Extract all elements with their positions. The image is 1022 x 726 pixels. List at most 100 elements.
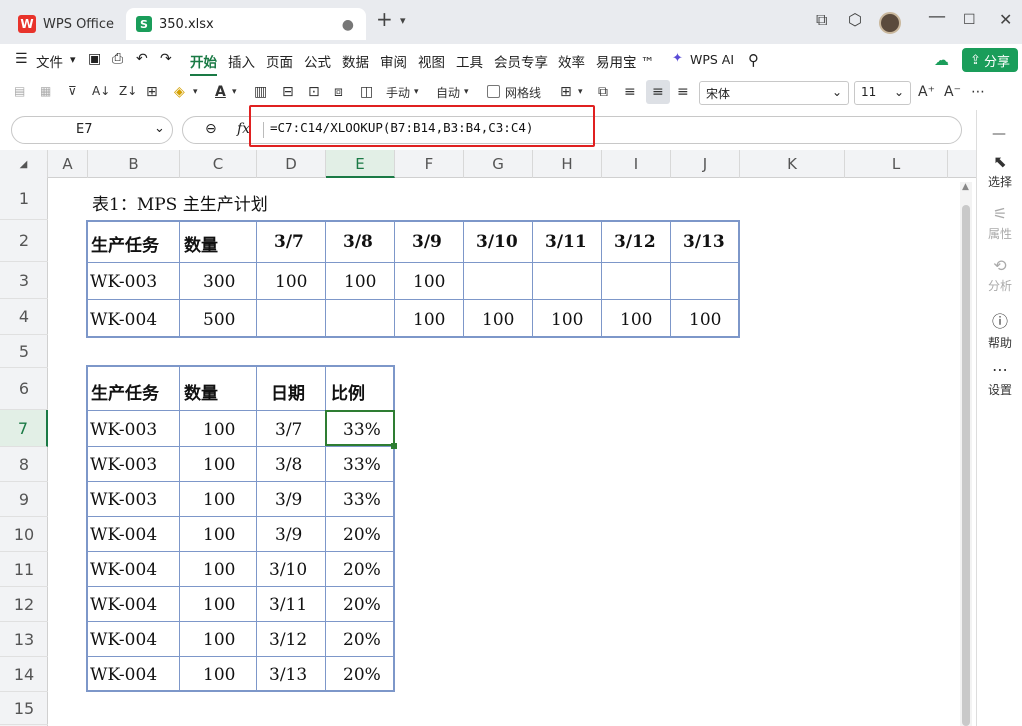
collapse-panel-icon[interactable]: — <box>992 126 1006 142</box>
t1-r1-qty[interactable]: 300 <box>203 272 235 292</box>
sort-desc-icon[interactable]: Z↓ <box>119 84 137 98</box>
t2-r6-qty[interactable]: 100 <box>203 595 235 615</box>
tab-file[interactable]: S 350.xlsx ● <box>126 8 366 40</box>
t2-r1-task[interactable]: WK-003 <box>90 420 157 440</box>
font-color-icon[interactable]: A <box>215 84 226 100</box>
sort-asc-icon[interactable]: A↓ <box>92 84 110 98</box>
t1-header-d38[interactable]: 3/8 <box>343 232 373 252</box>
scroll-up-icon[interactable]: ▲ <box>962 182 969 192</box>
manual-dropdown-icon[interactable]: ▾ <box>414 87 419 97</box>
new-tab-icon[interactable]: + <box>376 7 393 31</box>
panel-properties[interactable]: ⚟ 属性 <box>977 204 1022 242</box>
font-family-select[interactable]: 宋体 ⌄ <box>699 81 849 105</box>
t2-r3-date[interactable]: 3/9 <box>275 490 302 510</box>
print-icon[interactable]: ⎙ <box>112 51 123 67</box>
tab-wps-office[interactable]: W WPS Office <box>8 8 120 40</box>
row-header-8[interactable]: 8 <box>0 447 48 482</box>
panel-select[interactable]: ⬉ 选择 <box>977 152 1022 190</box>
font-color-dropdown-icon[interactable]: ▾ <box>232 87 237 97</box>
cube-icon[interactable]: ⬡ <box>848 10 862 29</box>
t2-r5-task[interactable]: WK-004 <box>90 560 157 580</box>
row-header-14[interactable]: 14 <box>0 657 48 692</box>
paste-icon[interactable]: ▦ <box>40 84 51 98</box>
row-header-1[interactable]: 1 <box>0 178 48 220</box>
t1-r1-task[interactable]: WK-003 <box>90 272 157 292</box>
redo-icon[interactable]: ↷ <box>160 51 172 67</box>
t1-header-d37[interactable]: 3/7 <box>274 232 304 252</box>
t1-r2-qty[interactable]: 500 <box>203 310 235 330</box>
panel-settings[interactable]: ⋯ 设置 <box>977 360 1022 398</box>
t2-r3-qty[interactable]: 100 <box>203 490 235 510</box>
t2-r3-ratio[interactable]: 33% <box>343 490 381 510</box>
auto-dropdown-icon[interactable]: ▾ <box>464 87 469 97</box>
t1-r2-d313[interactable]: 100 <box>689 310 721 330</box>
t1-r1-d39[interactable]: 100 <box>413 272 445 292</box>
sheet-title[interactable]: 表1：MPS 主生产计划 <box>92 190 268 215</box>
t2-r7-qty[interactable]: 100 <box>203 630 235 650</box>
col-header-f[interactable]: F <box>395 150 464 178</box>
main-menu-icon[interactable]: ☰ <box>15 51 28 67</box>
t2-r4-date[interactable]: 3/9 <box>275 525 302 545</box>
format-painter-icon[interactable]: ▤ <box>14 84 25 98</box>
menu-page[interactable]: 页面 <box>266 51 293 71</box>
t1-header-qty[interactable]: 数量 <box>184 231 218 256</box>
border-icon[interactable]: ⊞ <box>146 84 158 100</box>
fit-icon[interactable]: ⧈ <box>334 84 343 100</box>
more-icon[interactable]: ⋯ <box>971 84 985 100</box>
t2-r1-qty[interactable]: 100 <box>203 420 235 440</box>
t1-r2-d312[interactable]: 100 <box>620 310 652 330</box>
maximize-icon[interactable]: ☐ <box>963 12 976 28</box>
col-header-l[interactable]: L <box>845 150 948 178</box>
scrollbar-thumb[interactable] <box>962 205 970 726</box>
active-cell-selection[interactable] <box>325 410 395 446</box>
cloud-icon[interactable]: ☁ <box>934 51 949 69</box>
t1-header-d311[interactable]: 3/11 <box>545 232 587 252</box>
wrap-icon[interactable]: ▥ <box>254 84 267 100</box>
row-header-4[interactable]: 4 <box>0 299 48 335</box>
col-header-c[interactable]: C <box>180 150 257 178</box>
t2-r5-ratio[interactable]: 20% <box>343 560 381 580</box>
t1-r2-d310[interactable]: 100 <box>482 310 514 330</box>
row-header-15[interactable]: 15 <box>0 692 48 725</box>
menu-view[interactable]: 视图 <box>418 51 445 71</box>
row-header-12[interactable]: 12 <box>0 587 48 622</box>
t1-r2-d311[interactable]: 100 <box>551 310 583 330</box>
row-header-2[interactable]: 2 <box>0 220 48 262</box>
row-header-6[interactable]: 6 <box>0 368 48 410</box>
row-header-3[interactable]: 3 <box>0 262 48 299</box>
freeze-icon[interactable]: ◫ <box>360 84 373 100</box>
row-header-13[interactable]: 13 <box>0 622 48 657</box>
t2-r2-date[interactable]: 3/8 <box>275 455 302 475</box>
t1-header-task[interactable]: 生产任务 <box>91 231 159 256</box>
t2-r4-qty[interactable]: 100 <box>203 525 235 545</box>
font-decrease-icon[interactable]: A⁻ <box>944 84 961 100</box>
row-header-5[interactable]: 5 <box>0 335 48 368</box>
t2-r6-date[interactable]: 3/11 <box>269 595 307 615</box>
select-all-corner[interactable]: ◢ <box>0 150 48 178</box>
menu-efficiency[interactable]: 效率 <box>558 51 585 71</box>
menu-easy[interactable]: 易用宝 ™ <box>596 51 654 71</box>
t2-r3-task[interactable]: WK-003 <box>90 490 157 510</box>
col-header-d[interactable]: D <box>257 150 326 178</box>
menu-member[interactable]: 会员专享 <box>494 51 548 71</box>
dropdown-icon[interactable]: ▾ <box>70 53 76 66</box>
window-mode-icon[interactable]: ⧉ <box>816 10 827 30</box>
t2-r7-task[interactable]: WK-004 <box>90 630 157 650</box>
font-increase-icon[interactable]: A⁺ <box>918 84 935 100</box>
search-icon[interactable]: ⚲ <box>748 51 759 69</box>
t1-header-d310[interactable]: 3/10 <box>476 232 518 252</box>
zoom-icon[interactable]: ⊖ <box>205 121 217 137</box>
menu-data[interactable]: 数据 <box>342 51 369 71</box>
t2-r8-ratio[interactable]: 20% <box>343 665 381 685</box>
menu-file[interactable]: 文件 <box>36 51 63 71</box>
menu-wps-ai[interactable]: WPS AI <box>690 52 734 67</box>
share-button[interactable]: ⇪ 分享 <box>962 48 1018 72</box>
panel-analyze[interactable]: ⟲ 分析 <box>977 256 1022 294</box>
t2-r8-task[interactable]: WK-004 <box>90 665 157 685</box>
t2-r7-ratio[interactable]: 20% <box>343 630 381 650</box>
col-header-a[interactable]: A <box>48 150 88 178</box>
row-header-11[interactable]: 11 <box>0 552 48 587</box>
col-header-k[interactable]: K <box>740 150 845 178</box>
menu-insert[interactable]: 插入 <box>228 51 255 71</box>
t2-r2-ratio[interactable]: 33% <box>343 455 381 475</box>
